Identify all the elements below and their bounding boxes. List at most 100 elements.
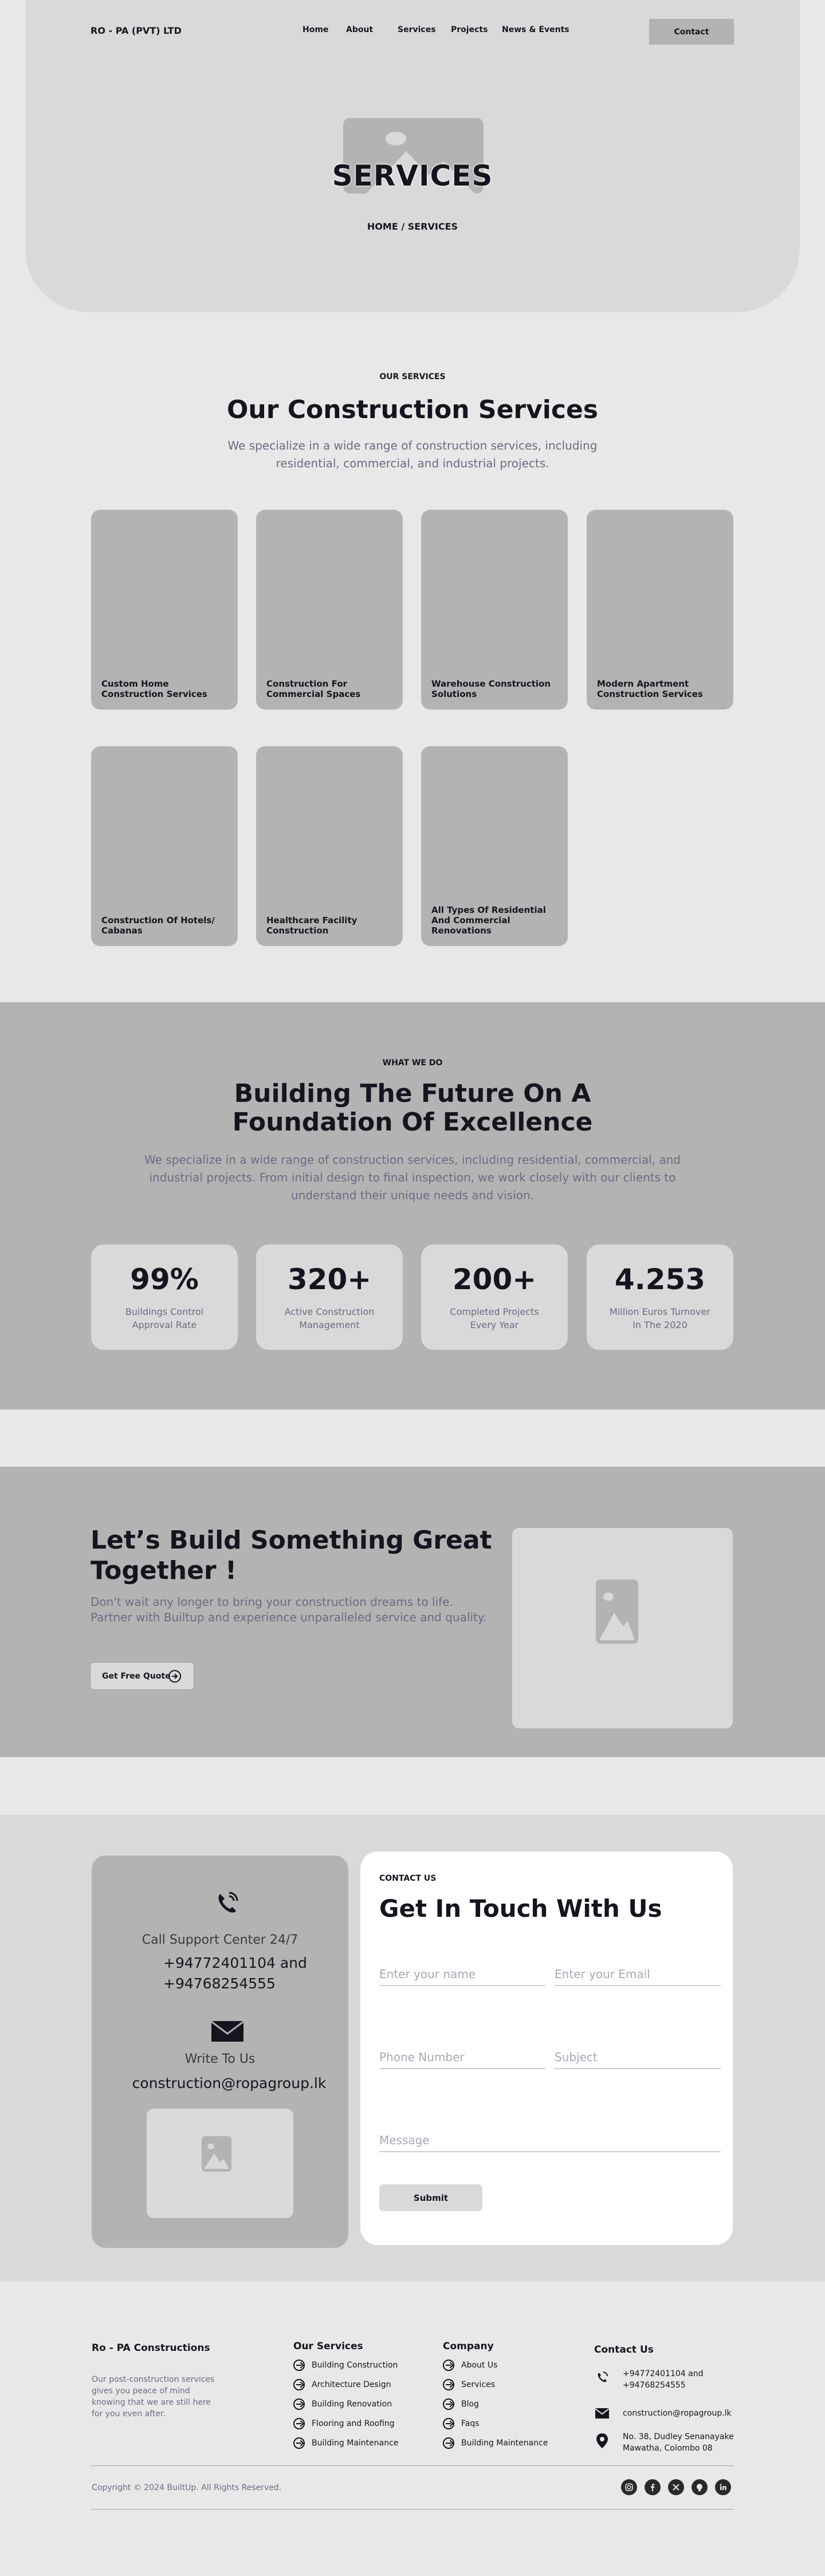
- get-free-quote-label: Get Free Quote: [102, 1671, 171, 1681]
- service-card[interactable]: Construction For Commercial Spaces: [256, 510, 403, 710]
- cta-image-placeholder: [512, 1528, 733, 1728]
- footer-email[interactable]: construction@ropagroup.lk: [623, 2408, 737, 2419]
- footer-service-link[interactable]: Building Construction: [293, 2360, 398, 2371]
- services-eyebrow: OUR SERVICES: [379, 372, 446, 381]
- stat-card: 99% Buildings Control Approval Rate: [91, 1244, 238, 1350]
- stat-value: 200+: [452, 1263, 537, 1296]
- footer-service-link[interactable]: Building Renovation: [293, 2398, 392, 2410]
- stat-card: 4.253 Million Euros Turnover In The 2020: [587, 1244, 733, 1350]
- instagram-icon[interactable]: [621, 2479, 637, 2495]
- footer-contact-title: Contact Us: [594, 2344, 654, 2356]
- footer-link-label: Building Maintenance: [312, 2439, 399, 2448]
- footer-service-link[interactable]: Building Maintenance: [293, 2437, 398, 2449]
- service-card-title: All Types Of Residential And Commercial …: [431, 905, 546, 936]
- footer-service-link[interactable]: Architecture Design: [293, 2379, 391, 2390]
- arrow-right-circle-icon: [443, 2398, 454, 2410]
- support-phones[interactable]: +94772401104 and +94768254555: [163, 1953, 324, 1994]
- service-card[interactable]: All Types Of Residential And Commercial …: [421, 746, 568, 946]
- phone-input[interactable]: [379, 2046, 545, 2069]
- service-card-title: Construction Of Hotels/ Cabanas: [101, 915, 215, 936]
- footer-link-label: About Us: [461, 2361, 498, 2370]
- header-contact-button[interactable]: Contact: [649, 19, 734, 45]
- phone-icon: [210, 1885, 244, 1919]
- mail-icon: [594, 2405, 610, 2421]
- nav-home[interactable]: Home: [302, 25, 328, 34]
- service-card[interactable]: Construction Of Hotels/ Cabanas: [91, 746, 238, 946]
- nav-services[interactable]: Services: [398, 25, 436, 34]
- github-icon[interactable]: [692, 2479, 708, 2495]
- nav-news-events[interactable]: News & Events: [502, 25, 569, 34]
- site-logo[interactable]: RO - PA (PVT) LTD: [91, 25, 182, 36]
- write-label: Write To Us: [184, 2052, 256, 2066]
- footer-company-link[interactable]: Building Maintenance: [443, 2437, 548, 2449]
- service-card-title: Custom Home Construction Services: [101, 679, 207, 699]
- service-card-title: Construction For Commercial Spaces: [266, 679, 361, 699]
- stat-value: 4.253: [614, 1263, 706, 1296]
- footer-link-label: Building Maintenance: [461, 2439, 548, 2448]
- phone-icon: [594, 2369, 610, 2385]
- linkedin-icon[interactable]: [715, 2479, 731, 2495]
- footer-company-link[interactable]: About Us: [443, 2360, 497, 2371]
- location-pin-icon: [594, 2433, 610, 2449]
- copyright: Copyright © 2024 BuiltUp. All Rights Res…: [92, 2483, 282, 2492]
- arrow-right-circle-icon: [443, 2379, 454, 2390]
- breadcrumb: HOME / SERVICES: [367, 221, 458, 232]
- stat-label: Active Construction Management: [284, 1306, 375, 1330]
- footer-company-title: Company: [443, 2341, 494, 2352]
- message-input[interactable]: [379, 2129, 721, 2152]
- footer-link-label: Blog: [461, 2400, 479, 2409]
- arrow-right-circle-icon: [293, 2360, 305, 2371]
- footer-link-label: Faqs: [461, 2419, 480, 2428]
- submit-button[interactable]: Submit: [379, 2184, 482, 2211]
- service-card[interactable]: Healthcare Facility Construction: [256, 746, 403, 946]
- stat-label: Completed Projects Every Year: [450, 1306, 539, 1330]
- footer-company-link[interactable]: Blog: [443, 2398, 479, 2410]
- arrow-right-circle-icon: [293, 2379, 305, 2390]
- footer-address: No. 38, Dudley Senanayake Mawatha, Colom…: [623, 2432, 734, 2453]
- service-card[interactable]: Custom Home Construction Services: [91, 510, 238, 710]
- stat-card: 200+ Completed Projects Every Year: [421, 1244, 568, 1350]
- footer-link-label: Architecture Design: [312, 2380, 391, 2389]
- nav-projects[interactable]: Projects: [451, 25, 488, 34]
- arrow-right-circle-icon: [293, 2418, 305, 2429]
- get-free-quote-button[interactable]: Get Free Quote: [90, 1662, 194, 1690]
- email-input[interactable]: [555, 1963, 721, 1986]
- service-card-title: Healthcare Facility Construction: [266, 915, 358, 936]
- stat-label: Million Euros Turnover In The 2020: [610, 1306, 710, 1330]
- stat-label: Buildings Control Approval Rate: [125, 1306, 204, 1330]
- service-card[interactable]: Modern Apartment Construction Services: [587, 510, 733, 710]
- footer-link-label: Building Renovation: [312, 2400, 392, 2409]
- name-input[interactable]: [379, 1963, 545, 1986]
- service-card-title: Modern Apartment Construction Services: [597, 679, 703, 699]
- footer-link-label: Services: [461, 2380, 496, 2389]
- arrow-right-circle-icon: [443, 2437, 454, 2449]
- contact-image-placeholder: [147, 2109, 293, 2218]
- x-icon[interactable]: [668, 2479, 684, 2495]
- cta-title: Let’s Build Something Great Together !: [91, 1526, 492, 1585]
- hero-title: SERVICES: [332, 159, 493, 192]
- nav-about[interactable]: About: [346, 25, 373, 34]
- footer-divider: [91, 2465, 734, 2466]
- facebook-icon[interactable]: [645, 2479, 661, 2495]
- contact-email[interactable]: construction@ropagroup.lk: [120, 2073, 338, 2094]
- contact-eyebrow: CONTACT US: [379, 1874, 437, 1883]
- footer-service-link[interactable]: Flooring and Roofing: [293, 2418, 395, 2429]
- footer-bottom-divider: [91, 2509, 734, 2510]
- arrow-right-circle-icon: [443, 2360, 454, 2371]
- arrow-right-circle-icon: [443, 2418, 454, 2429]
- cta-text: Don't wait any longer to bring your cons…: [91, 1595, 487, 1624]
- footer-company-link[interactable]: Faqs: [443, 2418, 480, 2429]
- stat-card: 320+ Active Construction Management: [256, 1244, 403, 1350]
- footer-link-label: Building Construction: [312, 2361, 398, 2370]
- support-label: Call Support Center 24/7: [142, 1933, 298, 1947]
- arrow-right-circle-icon: [293, 2437, 305, 2449]
- subject-input[interactable]: [555, 2046, 721, 2069]
- stat-value: 99%: [130, 1263, 199, 1296]
- what-we-do-subtitle: We specialize in a wide range of constru…: [144, 1153, 681, 1202]
- footer-company-link[interactable]: Services: [443, 2379, 495, 2390]
- stat-value: 320+: [287, 1263, 372, 1296]
- footer-link-label: Flooring and Roofing: [312, 2419, 395, 2428]
- service-card[interactable]: Warehouse Construction Solutions: [421, 510, 568, 710]
- footer-phone[interactable]: +94772401104 and +94768254555: [623, 2368, 732, 2391]
- services-title: Our Construction Services: [226, 395, 598, 424]
